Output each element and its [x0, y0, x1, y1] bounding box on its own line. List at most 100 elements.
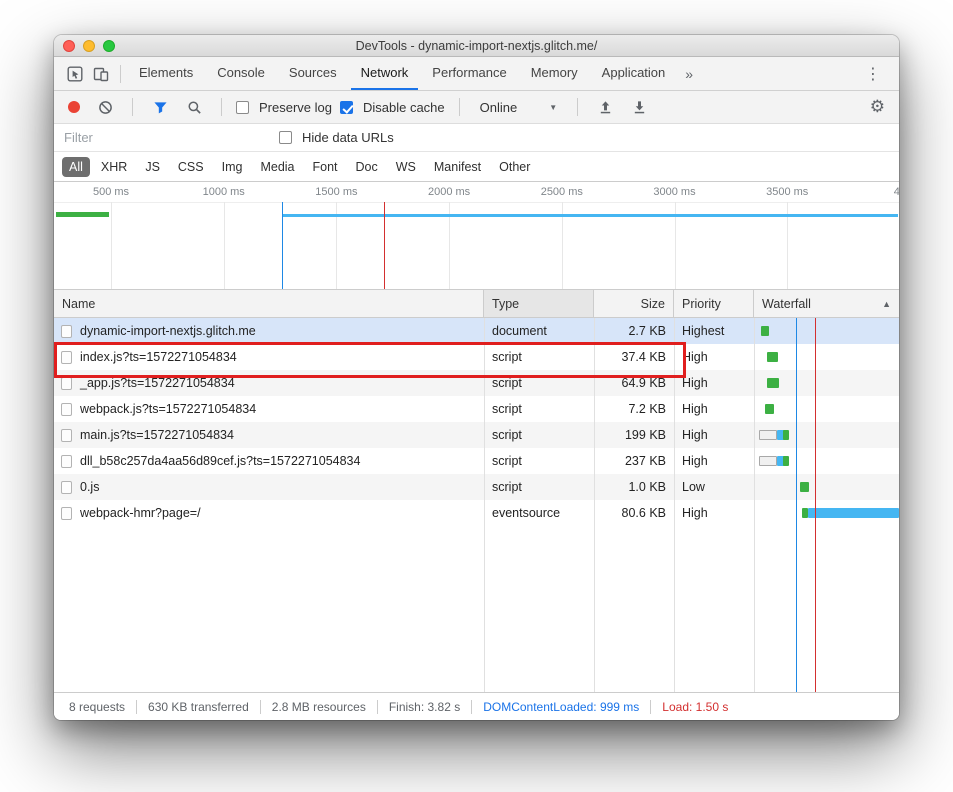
type-filter-xhr[interactable]: XHR — [94, 157, 134, 177]
divider — [459, 98, 460, 116]
settings-gear-icon[interactable]: ⚙ — [866, 97, 889, 117]
waterfall-cell — [754, 500, 899, 526]
tab-label: Sources — [289, 65, 337, 80]
request-name: webpack-hmr?page=/ — [80, 506, 201, 520]
tab-performance[interactable]: Performance — [422, 57, 516, 90]
type-filter-css[interactable]: CSS — [171, 157, 211, 177]
clear-icon[interactable] — [92, 94, 118, 120]
filter-icon[interactable] — [147, 94, 173, 120]
type-filter-all[interactable]: All — [62, 157, 90, 177]
dcl-event-line — [282, 202, 283, 289]
request-size-cell: 64.9 KB — [594, 370, 674, 396]
close-window-button[interactable] — [63, 40, 75, 52]
minimize-window-button[interactable] — [83, 40, 95, 52]
type-filter-manifest[interactable]: Manifest — [427, 157, 488, 177]
tab-elements[interactable]: Elements — [129, 57, 203, 90]
disable-cache-checkbox[interactable] — [340, 101, 353, 114]
transferred-size: 630 KB transferred — [137, 700, 261, 714]
export-har-icon[interactable] — [626, 94, 652, 120]
tab-memory[interactable]: Memory — [521, 57, 588, 90]
type-filter-font[interactable]: Font — [306, 157, 345, 177]
traffic-lights — [63, 40, 115, 52]
preserve-log-label[interactable]: Preserve log — [259, 100, 332, 115]
resource-type-filters: All XHR JS CSS Img Media Font Doc WS Man… — [54, 152, 899, 182]
table-row[interactable]: 0.js script 1.0 KB Low — [54, 474, 899, 500]
request-priority-cell: Low — [674, 474, 754, 500]
table-row[interactable]: _app.js?ts=1572271054834 script 64.9 KB … — [54, 370, 899, 396]
throttling-dropdown[interactable]: Online ▼ — [474, 98, 564, 117]
timeline-rule — [54, 202, 899, 203]
tab-network[interactable]: Network — [351, 57, 419, 90]
request-name-cell: _app.js?ts=1572271054834 — [54, 370, 484, 396]
type-filter-media[interactable]: Media — [253, 157, 301, 177]
requests-count: 8 requests — [58, 700, 137, 714]
column-header-waterfall[interactable]: Waterfall ▲ — [754, 290, 899, 317]
request-name: index.js?ts=1572271054834 — [80, 350, 237, 364]
sort-ascending-icon: ▲ — [882, 299, 891, 309]
request-type-cell: script — [484, 474, 594, 500]
tab-sources[interactable]: Sources — [279, 57, 347, 90]
timeline-gridline — [111, 202, 112, 289]
search-icon[interactable] — [181, 94, 207, 120]
table-row[interactable]: index.js?ts=1572271054834 script 37.4 KB… — [54, 344, 899, 370]
type-filter-doc[interactable]: Doc — [349, 157, 385, 177]
waterfall-cell — [754, 448, 899, 474]
record-button[interactable] — [68, 101, 80, 113]
file-icon — [61, 351, 72, 364]
waterfall-cell — [754, 370, 899, 396]
hide-data-urls-label[interactable]: Hide data URLs — [302, 130, 394, 145]
request-size-cell: 80.6 KB — [594, 500, 674, 526]
tab-label: Network — [361, 65, 409, 80]
request-type-cell: script — [484, 448, 594, 474]
tab-label: Performance — [432, 65, 506, 80]
waterfall-bar-green — [783, 430, 789, 440]
request-type-cell: document — [484, 318, 594, 344]
column-header-size[interactable]: Size — [594, 290, 674, 317]
request-priority-cell: High — [674, 396, 754, 422]
hide-data-urls-checkbox[interactable] — [279, 131, 292, 144]
request-name: 0.js — [80, 480, 99, 494]
devtools-menu-button[interactable]: ⋮ — [855, 64, 891, 84]
table-row[interactable]: main.js?ts=1572271054834 script 199 KB H… — [54, 422, 899, 448]
preserve-log-checkbox[interactable] — [236, 101, 249, 114]
waterfall-cell — [754, 318, 899, 344]
column-header-priority[interactable]: Priority — [674, 290, 754, 317]
filter-input[interactable] — [64, 130, 269, 145]
request-name-cell: 0.js — [54, 474, 484, 500]
timeline-tick-label: 1500 ms — [315, 186, 357, 198]
table-row[interactable]: dll_b58c257da4aa56d89cef.js?ts=157227105… — [54, 448, 899, 474]
request-name: webpack.js?ts=1572271054834 — [80, 402, 256, 416]
table-row[interactable]: webpack.js?ts=1572271054834 script 7.2 K… — [54, 396, 899, 422]
column-header-type[interactable]: Type — [484, 290, 594, 317]
waterfall-cell — [754, 474, 899, 500]
request-name-cell: webpack-hmr?page=/ — [54, 500, 484, 526]
waterfall-cell — [754, 396, 899, 422]
column-header-name[interactable]: Name — [54, 290, 484, 317]
import-har-icon[interactable] — [592, 94, 618, 120]
disable-cache-label[interactable]: Disable cache — [363, 100, 445, 115]
zoom-window-button[interactable] — [103, 40, 115, 52]
inspect-element-icon[interactable] — [62, 61, 88, 87]
tab-console[interactable]: Console — [207, 57, 275, 90]
waterfall-cell — [754, 344, 899, 370]
tab-application[interactable]: Application — [592, 57, 676, 90]
overview-green-bar — [56, 212, 109, 217]
type-filter-other[interactable]: Other — [492, 157, 537, 177]
request-size-cell: 237 KB — [594, 448, 674, 474]
timeline-overview[interactable]: 500 ms1000 ms1500 ms2000 ms2500 ms3000 m… — [54, 182, 899, 290]
filter-bar: Hide data URLs — [54, 124, 899, 152]
waterfall-bar-green — [800, 482, 809, 492]
table-row[interactable]: dynamic-import-nextjs.glitch.me document… — [54, 318, 899, 344]
divider — [577, 98, 578, 116]
type-filter-img[interactable]: Img — [215, 157, 250, 177]
more-tabs-button[interactable]: » — [677, 66, 701, 82]
column-header-label: Waterfall — [762, 297, 811, 311]
file-icon — [61, 325, 72, 338]
table-row[interactable]: webpack-hmr?page=/ eventsource 80.6 KB H… — [54, 500, 899, 526]
devtools-tabbar: Elements Console Sources Network Perform… — [54, 57, 899, 91]
type-filter-ws[interactable]: WS — [389, 157, 423, 177]
timeline-tick-label: 1000 ms — [203, 186, 245, 198]
device-toolbar-icon[interactable] — [88, 61, 114, 87]
tab-label: Application — [602, 65, 666, 80]
type-filter-js[interactable]: JS — [138, 157, 167, 177]
